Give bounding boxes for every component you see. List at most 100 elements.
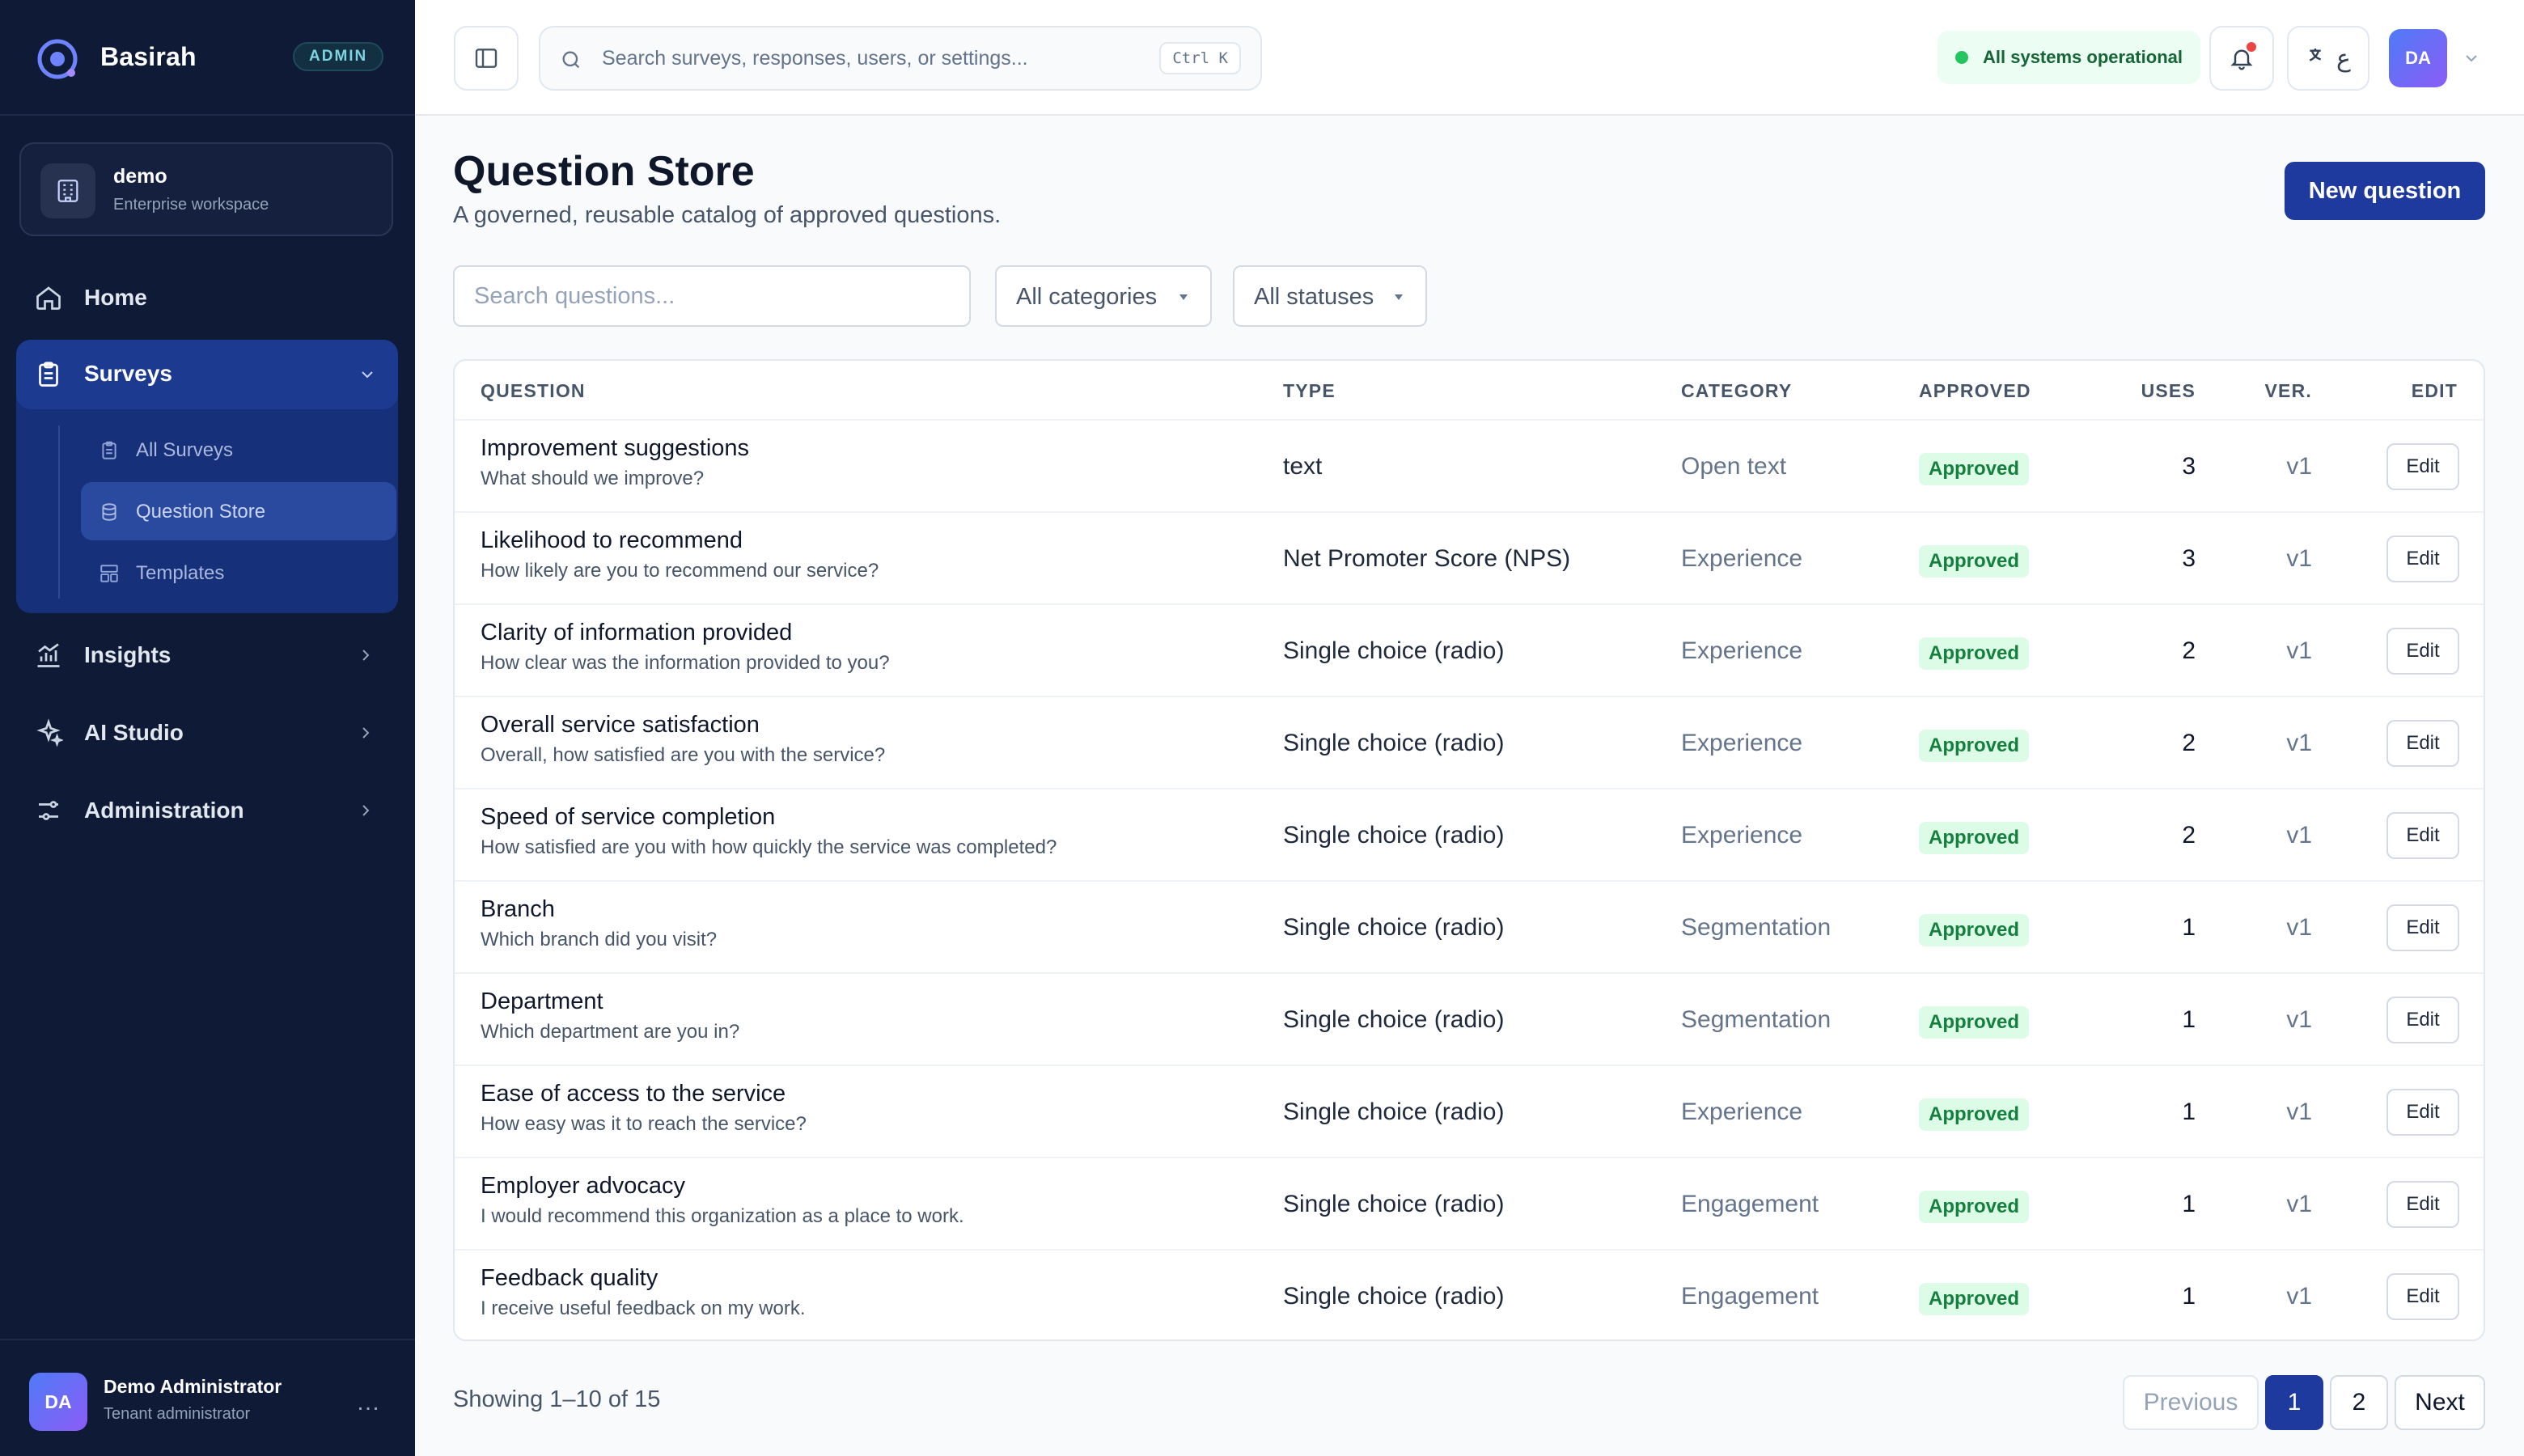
translate-icon — [2309, 49, 2322, 61]
table-row: Clarity of information provided How clear… — [455, 603, 2484, 696]
admin-badge: ADMIN — [293, 42, 384, 71]
sidebar: Basirah ADMIN demo Enterprise workspace … — [0, 0, 415, 1456]
notifications-button[interactable] — [2209, 26, 2274, 91]
edit-button[interactable]: Edit — [2386, 628, 2459, 675]
system-status-badge[interactable]: All systems operational — [1937, 31, 2200, 84]
sidebar-item-label: Surveys — [84, 361, 172, 386]
edit-button[interactable]: Edit — [2386, 443, 2459, 490]
question-text: What should we improve? — [481, 468, 705, 489]
question-version: v1 — [2286, 822, 2312, 849]
question-type: Single choice (radio) — [1283, 637, 1505, 664]
sidebar-item-insights[interactable]: Insights — [16, 621, 398, 689]
previous-page-button[interactable]: Previous — [2123, 1375, 2259, 1430]
status-badge: Approved — [1919, 545, 2030, 578]
edit-button[interactable]: Edit — [2386, 1273, 2459, 1320]
question-type: Single choice (radio) — [1283, 822, 1505, 849]
chevron-right-icon — [362, 650, 370, 661]
new-question-button[interactable]: New question — [2285, 162, 2485, 220]
column-header-type: TYPE — [1283, 380, 1336, 401]
question-uses: 2 — [2182, 730, 2196, 756]
column-header-version: VER. — [2264, 380, 2312, 401]
surveys-group: Surveys All Surveys Question Store Templ… — [16, 340, 398, 613]
sidebar-item-label: Home — [84, 285, 147, 310]
question-category: Segmentation — [1681, 1006, 1832, 1033]
edit-button[interactable]: Edit — [2386, 720, 2459, 767]
edit-button[interactable]: Edit — [2386, 812, 2459, 859]
sidebar-toggle-button[interactable] — [454, 26, 519, 91]
table-row: Overall service satisfaction Overall, how… — [455, 696, 2484, 788]
sidebar-item-label: Administration — [84, 798, 244, 823]
status-badge: Approved — [1919, 1098, 2030, 1131]
question-search-input[interactable] — [453, 265, 971, 327]
page-2-button[interactable]: 2 — [2330, 1375, 2388, 1430]
sidebar-item-templates[interactable]: Templates — [81, 544, 396, 602]
chevron-right-icon — [362, 805, 370, 816]
edit-button[interactable]: Edit — [2386, 1089, 2459, 1136]
question-text: I receive useful feedback on my work. — [481, 1297, 806, 1319]
sidebar-item-administration[interactable]: Administration — [16, 777, 398, 844]
questions-table: QUESTION TYPE CATEGORY APPROVED USES VER… — [453, 359, 2485, 1341]
question-category: Experience — [1681, 822, 1803, 849]
sidebar-subitem-label: Question Store — [136, 501, 266, 523]
question-uses: 1 — [2182, 1006, 2196, 1033]
question-title: Speed of service completion — [481, 804, 776, 830]
question-uses: 3 — [2182, 453, 2196, 480]
page-1-button[interactable]: 1 — [2265, 1375, 2323, 1430]
question-version: v1 — [2286, 1006, 2312, 1033]
global-search[interactable]: Search surveys, responses, users, or set… — [539, 26, 1262, 91]
sidebar-item-surveys[interactable]: Surveys — [16, 340, 398, 409]
sidebar-item-label: Insights — [84, 642, 172, 667]
workspace-name: demo — [113, 165, 167, 188]
workspace-subtitle: Enterprise workspace — [113, 196, 269, 214]
status-filter-select[interactable]: All statuses — [1233, 265, 1427, 327]
clipboard-icon — [39, 362, 58, 387]
status-badge: Approved — [1919, 453, 2030, 485]
pagination-summary: Showing 1–10 of 15 — [453, 1386, 661, 1412]
status-badge: Approved — [1919, 914, 2030, 946]
avatar[interactable]: DA — [2389, 29, 2447, 87]
sidebar-item-all-surveys[interactable]: All Surveys — [81, 421, 396, 479]
edit-button[interactable]: Edit — [2386, 997, 2459, 1043]
status-badge: Approved — [1919, 822, 2030, 854]
edit-button[interactable]: Edit — [2386, 1181, 2459, 1228]
table-row: Department Which department are you in? Si… — [455, 972, 2484, 1064]
avatar[interactable]: DA — [29, 1373, 87, 1431]
language-glyph: ع — [2336, 44, 2351, 73]
question-title: Overall service satisfaction — [481, 712, 760, 738]
chevron-right-icon — [362, 727, 370, 739]
status-dot-icon — [1955, 51, 1968, 64]
table-row: Feedback quality I receive useful feedbac… — [455, 1249, 2484, 1340]
question-text: Which branch did you visit? — [481, 929, 718, 950]
sidebar-item-ai-studio[interactable]: AI Studio — [16, 699, 398, 767]
question-version: v1 — [2286, 730, 2312, 756]
question-title: Clarity of information provided — [481, 620, 793, 645]
table-row: Branch Which branch did you visit? Single … — [455, 880, 2484, 972]
sidebar-item-home[interactable]: Home — [16, 264, 398, 332]
category-filter-select[interactable]: All categories — [995, 265, 1212, 327]
sidebar-subitem-label: All Surveys — [136, 439, 234, 461]
more-options-button[interactable]: … — [356, 1389, 382, 1416]
question-category: Experience — [1681, 1098, 1803, 1125]
question-text: How clear was the information provided t… — [481, 652, 890, 674]
chevron-down-icon[interactable] — [2462, 49, 2481, 68]
notification-dot — [2247, 42, 2256, 52]
question-type: Single choice (radio) — [1283, 730, 1505, 756]
question-version: v1 — [2286, 637, 2312, 664]
question-text: Which department are you in? — [481, 1021, 740, 1043]
next-page-button[interactable]: Next — [2395, 1375, 2485, 1430]
workspace-switcher[interactable]: demo Enterprise workspace — [19, 142, 393, 236]
edit-button[interactable]: Edit — [2386, 904, 2459, 951]
question-text: How easy was it to reach the service? — [481, 1113, 807, 1135]
question-uses: 1 — [2182, 1098, 2196, 1125]
question-text: Overall, how satisfied are you with the … — [481, 744, 886, 766]
question-type: text — [1283, 453, 1323, 480]
edit-button[interactable]: Edit — [2386, 535, 2459, 582]
question-text: How likely are you to recommend our serv… — [481, 560, 879, 582]
user-role: Tenant administrator — [104, 1405, 251, 1423]
column-header-edit: EDIT — [2411, 380, 2458, 401]
language-button[interactable]: ع — [2287, 26, 2369, 91]
question-text: How satisfied are you with how quickly t… — [481, 836, 1057, 858]
sidebar-item-question-store[interactable]: Question Store — [81, 482, 396, 540]
question-text: I would recommend this organization as a… — [481, 1205, 964, 1227]
column-header-approved: APPROVED — [1919, 380, 2031, 401]
